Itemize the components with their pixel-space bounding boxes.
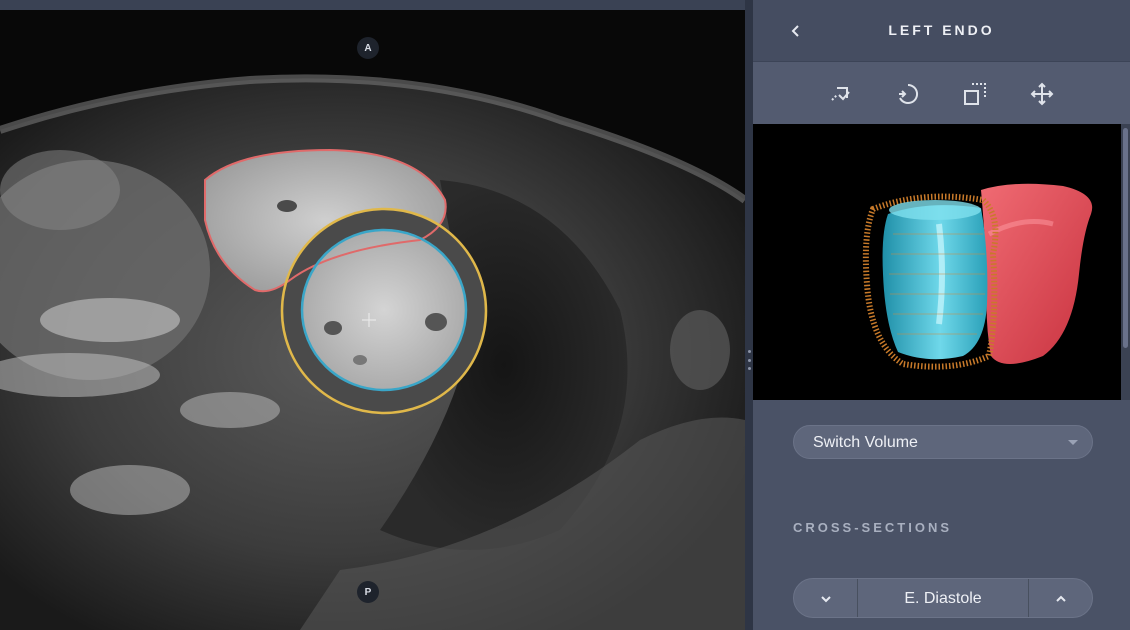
3d-model-preview[interactable] <box>753 124 1121 400</box>
caret-down-icon <box>1068 440 1078 445</box>
switch-volume-dropdown[interactable]: Switch Volume <box>793 425 1093 459</box>
image-viewer[interactable]: A P <box>0 10 745 630</box>
heart-3d-model-image <box>862 183 1093 370</box>
side-panel: LEFT ENDO Switch Volume CROSS-SECTIONS E… <box>753 0 1130 630</box>
panel-header: LEFT ENDO <box>753 0 1130 62</box>
rotate-icon <box>899 83 919 104</box>
cross-section-stepper: E. Diastole <box>793 578 1093 618</box>
panel-title: LEFT ENDO <box>888 22 995 38</box>
chevron-up-icon <box>1055 595 1066 602</box>
next-phase-button[interactable] <box>1028 579 1092 617</box>
cross-sections-heading: CROSS-SECTIONS <box>793 520 953 535</box>
chevron-down-icon <box>820 596 831 603</box>
orientation-anterior-marker: A <box>357 37 379 59</box>
draw-contour-icon <box>831 87 850 101</box>
move-icon <box>1030 82 1054 106</box>
crop-icon <box>964 83 986 105</box>
orientation-posterior-marker: P <box>357 581 379 603</box>
rotate-button[interactable] <box>894 80 922 108</box>
move-button[interactable] <box>1028 80 1056 108</box>
current-phase-value: E. Diastole <box>904 590 982 607</box>
preview-scrollbar-thumb[interactable] <box>1123 128 1128 348</box>
grip-icon <box>747 350 751 370</box>
switch-volume-label: Switch Volume <box>813 434 918 451</box>
mri-slice-image[interactable] <box>0 10 745 630</box>
panel-resize-handle[interactable] <box>745 0 753 630</box>
previous-phase-button[interactable] <box>794 579 858 617</box>
crop-button[interactable] <box>961 80 989 108</box>
draw-contour-button[interactable] <box>827 80 855 108</box>
tool-bar <box>753 62 1130 124</box>
